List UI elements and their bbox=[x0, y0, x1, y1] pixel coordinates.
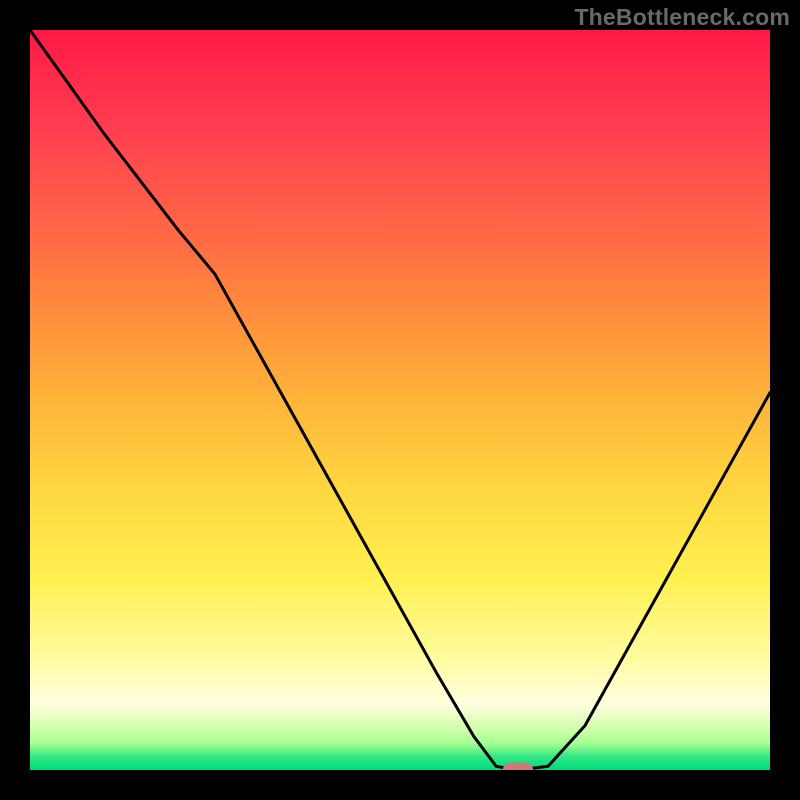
chart-frame: TheBottleneck.com bbox=[0, 0, 800, 800]
optimal-point-marker bbox=[503, 763, 533, 771]
plot-area bbox=[30, 30, 770, 770]
bottleneck-curve bbox=[30, 30, 770, 770]
watermark-text: TheBottleneck.com bbox=[574, 4, 790, 31]
